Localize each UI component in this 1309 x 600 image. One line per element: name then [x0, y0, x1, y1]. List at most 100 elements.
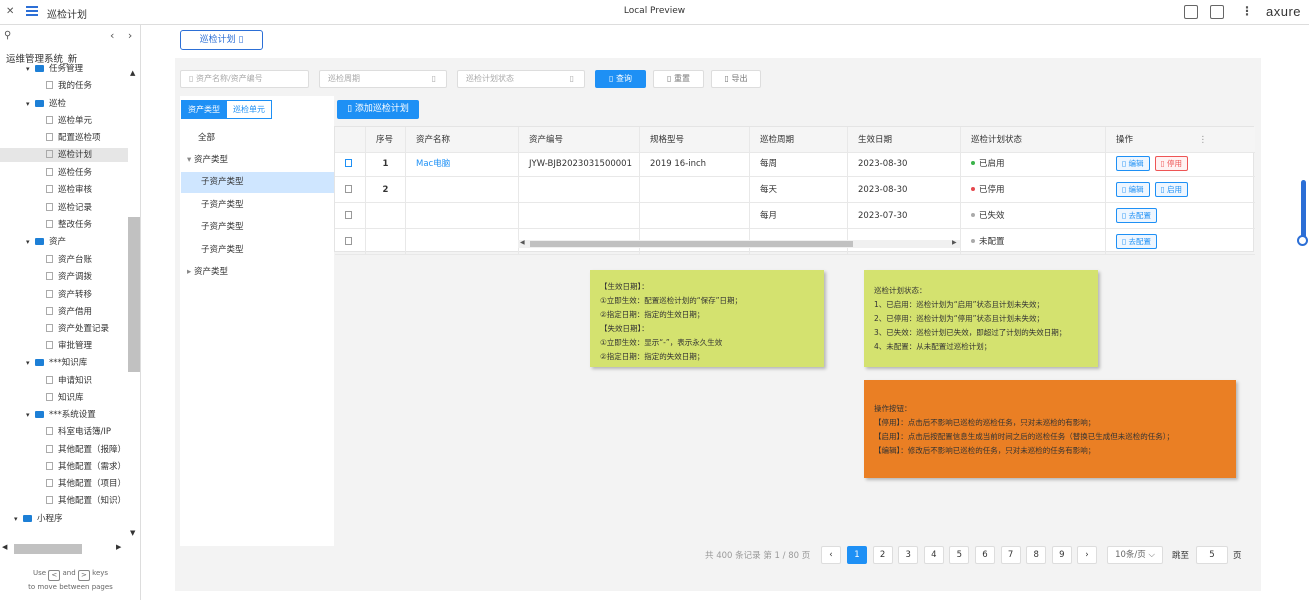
category-item[interactable]: 子资产类型 [181, 172, 334, 193]
row-action-button[interactable]: ▯ 启用 [1154, 182, 1189, 197]
segment-asset-type[interactable]: 资产类型 [181, 100, 227, 119]
scroll-down-icon[interactable]: ▼ [130, 529, 135, 537]
plan-status-select[interactable]: 巡检计划状态 ▯ [457, 70, 585, 88]
scrollbar-thumb[interactable] [128, 217, 140, 372]
page-notes-icon[interactable] [1184, 5, 1198, 19]
page-number-button[interactable]: 1 [847, 546, 867, 564]
page-number-button[interactable]: 6 [975, 546, 995, 564]
scrollbar-thumb[interactable] [1301, 180, 1306, 240]
tab-inspection-plan[interactable]: 巡检计划 ▯ [180, 30, 263, 50]
sidebar-item[interactable]: ▾ 任务管理 [26, 62, 83, 76]
chevron-down-icon[interactable]: ▾ [187, 155, 194, 165]
page-size-select[interactable]: 10条/页 ⌵ [1107, 546, 1163, 564]
column-settings-icon[interactable]: ⋮ [1199, 127, 1208, 153]
reset-button[interactable]: ▯ 重置 [653, 70, 704, 88]
scroll-right-icon[interactable]: ▶ [116, 543, 121, 551]
sidebar-item[interactable]: ▾ ***系统设置 [26, 408, 96, 422]
search-icon[interactable]: ⚲ [4, 30, 11, 41]
sidebar-item[interactable]: ▾ 小程序 [14, 512, 63, 526]
sidebar-item[interactable]: 知识库 [46, 391, 84, 405]
sidebar-item[interactable]: ▾ 资产 [26, 235, 66, 249]
sidebar-item[interactable]: 资产处置记录 [46, 322, 109, 336]
scroll-left-icon[interactable]: ◀ [2, 543, 7, 551]
row-checkbox[interactable] [345, 237, 352, 245]
sidebar-item[interactable]: 其他配置（报障） [46, 443, 126, 457]
table-horizontal-scrollbar[interactable]: ◀ ▶ [518, 239, 960, 248]
expand-arrow-icon[interactable]: ▾ [26, 238, 35, 246]
sidebar-item[interactable]: 巡检审核 [46, 183, 92, 197]
sidebar-item[interactable]: 配置巡检项 [46, 131, 101, 145]
page-number-button[interactable]: 4 [923, 546, 944, 564]
scroll-right-icon[interactable]: ▶ [952, 239, 957, 246]
scrollbar-thumb[interactable] [530, 241, 853, 247]
scroll-left-icon[interactable]: ◀ [520, 239, 525, 246]
expand-arrow-icon[interactable]: ▾ [26, 65, 35, 73]
sidebar-item[interactable]: 其他配置（需求） [46, 460, 126, 474]
page-number-button[interactable]: 7 [1000, 546, 1021, 564]
page-number-button[interactable]: 5 [949, 546, 970, 564]
sidebar-item[interactable]: 资产借用 [46, 305, 92, 319]
expand-arrow-icon[interactable]: ▾ [26, 359, 35, 367]
sidebar-item[interactable]: 整改任务 [46, 218, 92, 232]
scroll-up-icon[interactable]: ▲ [130, 69, 135, 77]
sidebar-item[interactable]: ▾ 巡检 [26, 97, 66, 111]
category-item[interactable]: 全部 [198, 131, 215, 143]
expand-arrow-icon[interactable]: ▾ [14, 515, 23, 523]
add-plan-button[interactable]: ▯ 添加巡检计划 [337, 100, 419, 119]
sidebar-item[interactable]: 巡检计划 [0, 148, 128, 162]
row-action-button[interactable]: ▯ 去配置 [1116, 234, 1158, 249]
sidebar-item[interactable]: 巡检任务 [46, 166, 92, 180]
sidebar-item[interactable]: 我的任务 [46, 79, 92, 93]
category-item[interactable]: 子资产类型 [181, 195, 334, 216]
page-nav-arrows[interactable]: ‹ › [110, 29, 137, 42]
table-row[interactable]: 2 每天 2023-08-30 已停用 ▯ 编辑 ▯ 启用 [335, 177, 1255, 203]
close-tab-icon[interactable]: ▯ [238, 35, 243, 45]
canvas-scrollbar[interactable] [1297, 25, 1309, 600]
scrollbar-thumb[interactable] [14, 544, 82, 554]
table-row[interactable]: 每月 2023-07-30 已失效 ▯ 去配置 [335, 203, 1255, 229]
sidebar-item[interactable]: 资产转移 [46, 288, 92, 302]
row-action-button[interactable]: ▯ 停用 [1154, 156, 1189, 171]
name-text[interactable]: Mac电脑 [416, 159, 450, 169]
table-row[interactable]: 1 Mac电脑 JYW-BJB2023031500001 2019 16-inch 每周… [335, 151, 1255, 177]
cycle-select[interactable]: 巡检周期 ▯ [319, 70, 447, 88]
category-item[interactable]: 子资产类型 [181, 240, 334, 261]
segment-inspection-unit[interactable]: 巡检单元 [226, 100, 272, 119]
page-number-button[interactable]: 3 [898, 546, 919, 564]
expand-arrow-icon[interactable]: ▾ [26, 100, 35, 108]
collapse-sidebar-icon[interactable]: ✕ [6, 6, 18, 18]
sidebar-item[interactable]: 巡检记录 [46, 201, 92, 215]
category-item[interactable]: 子资产类型 [181, 217, 334, 238]
row-action-button[interactable]: ▯ 编辑 [1116, 182, 1150, 197]
sidebar-item[interactable]: 审批管理 [46, 339, 92, 353]
hamburger-menu-icon[interactable] [26, 6, 38, 16]
sidebar-item[interactable]: 科室电话簿/IP [46, 425, 111, 439]
row-checkbox[interactable] [345, 211, 352, 219]
sidebar-horizontal-scrollbar[interactable]: ◀ ▶ [2, 543, 126, 554]
row-action-button[interactable]: ▯ 去配置 [1116, 208, 1158, 223]
jump-page-input[interactable]: 5 [1196, 546, 1228, 564]
sidebar-item[interactable]: 申请知识 [46, 374, 92, 388]
share-icon[interactable] [1210, 5, 1224, 19]
scrollbar-handle[interactable] [1297, 235, 1308, 246]
sidebar-item[interactable]: ▾ ***知识库 [26, 356, 87, 370]
sidebar-item[interactable]: 资产台账 [46, 253, 92, 267]
query-button[interactable]: ▯ 查询 [595, 70, 646, 88]
page-number-button[interactable]: 8 [1026, 546, 1047, 564]
page-number-button[interactable]: 2 [872, 546, 893, 564]
sidebar-item[interactable]: 其他配置（知识） [46, 494, 126, 508]
row-checkbox[interactable] [345, 185, 352, 193]
export-button[interactable]: ▯ 导出 [711, 70, 761, 88]
next-page-button[interactable]: › [1077, 546, 1097, 564]
chevron-right-icon[interactable]: ▸ [187, 267, 194, 277]
sidebar-item[interactable]: 资产调拨 [46, 270, 92, 284]
more-options-icon[interactable]: ⋮ [1241, 4, 1253, 18]
category-item[interactable]: ▾ 资产类型 [187, 153, 228, 165]
row-checkbox[interactable] [345, 159, 352, 167]
prev-page-button[interactable]: ‹ [821, 546, 841, 564]
sidebar-vertical-scrollbar[interactable]: ▲ ▼ [128, 67, 140, 537]
row-action-button[interactable]: ▯ 编辑 [1116, 156, 1150, 171]
sidebar-item[interactable]: 巡检单元 [46, 114, 92, 128]
asset-search-input[interactable]: ▯ 资产名称/资产编号 [180, 70, 309, 88]
category-item[interactable]: ▸ 资产类型 [187, 265, 228, 277]
